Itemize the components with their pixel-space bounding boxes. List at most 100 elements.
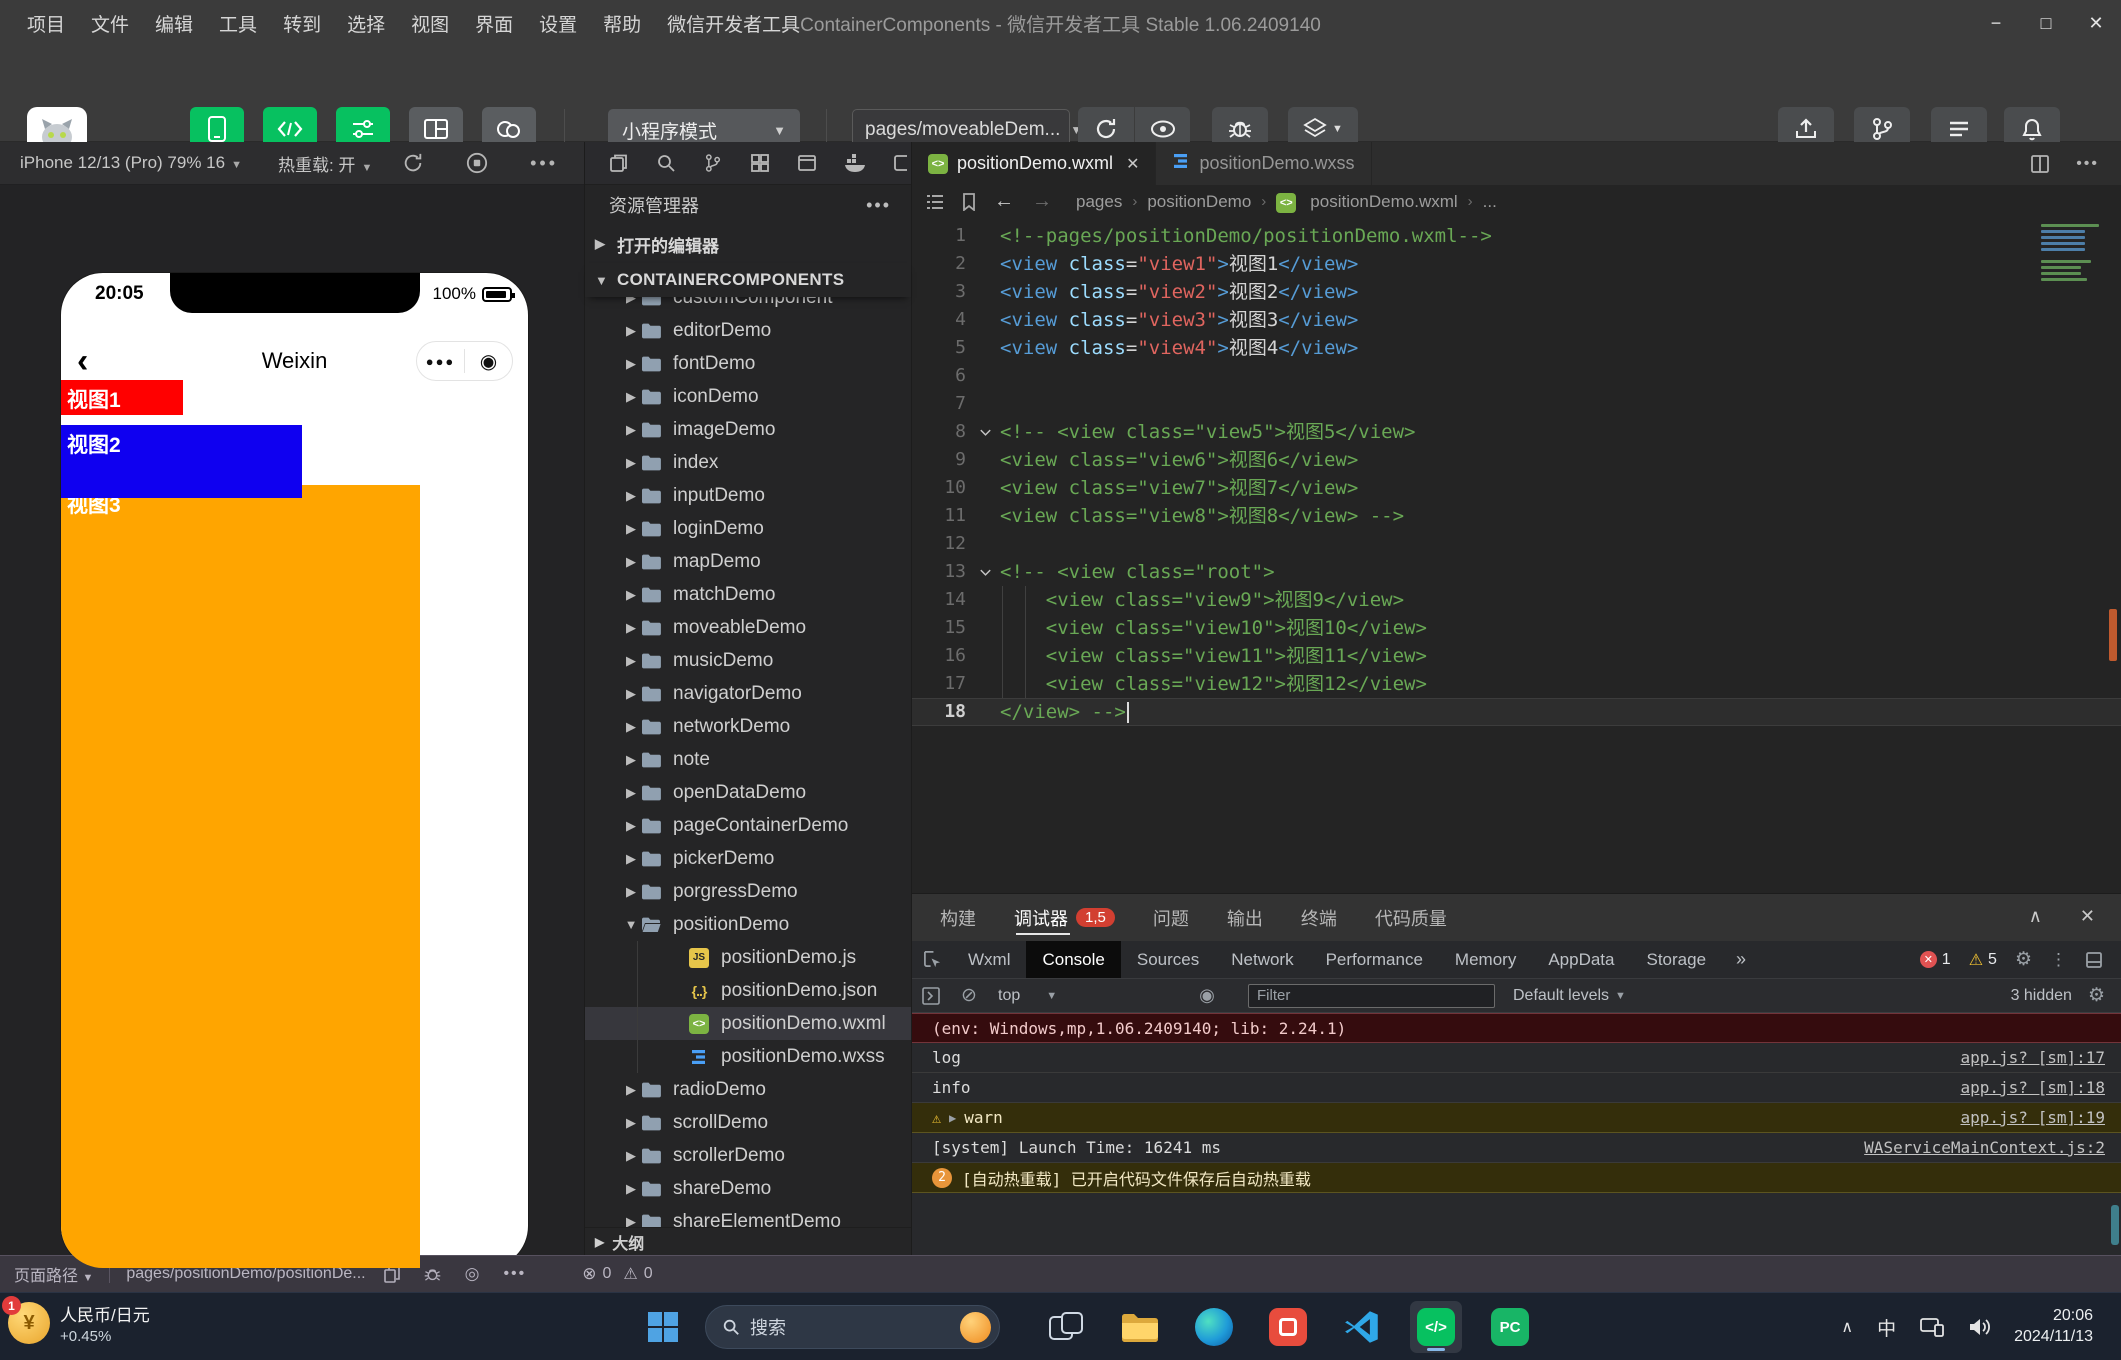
tab-positionDemo-wxml[interactable]: <> positionDemo.wxml ✕ <box>912 142 1156 185</box>
code-line-16[interactable]: 16 <view class="view11">视图11</view> <box>912 642 2121 670</box>
watch-page-icon[interactable]: ◎ <box>465 1264 480 1284</box>
code-line-12[interactable]: 12 <box>912 530 2121 558</box>
menu-item[interactable]: 选择 <box>334 10 398 37</box>
code-line-18[interactable]: 18 </view> --> <box>912 698 2121 726</box>
tree-item-shareDemo[interactable]: ▶ shareDemo <box>585 1172 911 1205</box>
code-line-4[interactable]: 4 <view class="view3">视图3</view> <box>912 306 2121 334</box>
search-icon[interactable] <box>656 153 676 173</box>
tree-item-scrollerDemo[interactable]: ▶ scrollerDemo <box>585 1139 911 1172</box>
console-log-row[interactable]: infoapp.js? [sm]:18 <box>912 1073 2121 1103</box>
file-explorer-button[interactable] <box>1114 1301 1166 1353</box>
window-icon[interactable] <box>797 153 817 173</box>
tree-item-index[interactable]: ▶ index <box>585 446 911 479</box>
tree-item-imageDemo[interactable]: ▶ imageDemo <box>585 413 911 446</box>
tree-item-positionDemo.wxss[interactable]: positionDemo.wxss <box>585 1040 911 1073</box>
path-more-icon[interactable]: ••• <box>503 1265 526 1283</box>
tree-item-mapDemo[interactable]: ▶ mapDemo <box>585 545 911 578</box>
tree-item-radioDemo[interactable]: ▶ radioDemo <box>585 1073 911 1106</box>
devtools-tab-Performance[interactable]: Performance <box>1310 941 1439 978</box>
nav-forward-icon[interactable]: → <box>1032 190 1052 213</box>
code-line-9[interactable]: 9 <view class="view6">视图6</view> <box>912 446 2121 474</box>
phone-screen[interactable]: 20:05 100% ‹ Weixin ●●● ◉ 视图1 视图2 视图3 <box>61 273 528 1268</box>
close-capsule-icon[interactable]: ◉ <box>465 349 512 374</box>
restart-icon[interactable] <box>402 152 424 174</box>
code-line-1[interactable]: 1 <!--pages/positionDemo/positionDemo.wx… <box>912 222 2121 250</box>
taskbar-search[interactable]: 搜索 <box>705 1305 1000 1349</box>
tree-item-note[interactable]: ▶ note <box>585 743 911 776</box>
tab-positionDemo-wxss[interactable]: positionDemo.wxss <box>1156 142 1371 185</box>
tabs-overflow-icon[interactable]: » <box>1722 949 1760 970</box>
devtools-tab-Network[interactable]: Network <box>1215 941 1309 978</box>
devtools-settings-icon[interactable]: ⚙ <box>2015 948 2032 971</box>
menu-item[interactable]: 编辑 <box>142 10 206 37</box>
clear-console-icon[interactable]: ⊘ <box>950 984 988 1007</box>
pc-manager-button[interactable]: PC <box>1484 1301 1536 1353</box>
wechat-devtools-button[interactable]: </> <box>1410 1301 1462 1353</box>
console-sidebar-icon[interactable] <box>922 987 940 1005</box>
panel-close-icon[interactable]: ✕ <box>2080 906 2095 927</box>
editor-more-icon[interactable]: ••• <box>2076 155 2099 173</box>
dock-side-icon[interactable] <box>2085 951 2103 969</box>
display-icon[interactable] <box>1920 1317 1944 1337</box>
tree-item-fontDemo[interactable]: ▶ fontDemo <box>585 347 911 380</box>
view3-block[interactable]: 视图3 <box>61 485 420 1268</box>
devtools-tab-Wxml[interactable]: Wxml <box>952 941 1026 978</box>
console-filter-input[interactable] <box>1248 984 1495 1008</box>
source-link[interactable]: app.js? [sm]:18 <box>1961 1078 2106 1097</box>
explorer-more-icon[interactable]: ••• <box>866 195 891 216</box>
close-button[interactable]: ✕ <box>2071 0 2121 47</box>
files-icon[interactable] <box>609 153 629 173</box>
tree-item-matchDemo[interactable]: ▶ matchDemo <box>585 578 911 611</box>
split-editor-icon[interactable] <box>2030 154 2050 174</box>
tree-item-loginDemo[interactable]: ▶ loginDemo <box>585 512 911 545</box>
source-link[interactable]: app.js? [sm]:19 <box>1961 1108 2106 1127</box>
ime-indicator[interactable]: 中 <box>1877 1314 1896 1341</box>
panel-collapse-icon[interactable]: ∧ <box>2029 906 2042 927</box>
tree-item-shareElementDemo[interactable]: ▶ shareElementDemo <box>585 1205 911 1227</box>
console-log-row[interactable]: logapp.js? [sm]:17 <box>912 1043 2121 1073</box>
console-settings-icon[interactable]: ⚙ <box>2088 984 2105 1007</box>
outline-section[interactable]: ▶ 大纲 <box>585 1227 911 1255</box>
code-line-13[interactable]: 13 <!-- <view class="root"> <box>912 558 2121 586</box>
news-widget[interactable]: ¥1 人民币/日元 +0.45% <box>8 1301 150 1345</box>
more-menu-icon[interactable]: ●●● <box>417 354 464 369</box>
tree-item-positionDemo[interactable]: ▼ positionDemo <box>585 908 911 941</box>
console-scroll-marker[interactable] <box>2111 1205 2119 1245</box>
tree-item-pickerDemo[interactable]: ▶ pickerDemo <box>585 842 911 875</box>
inspect-icon[interactable] <box>923 950 942 969</box>
red-app-button[interactable] <box>1262 1301 1314 1353</box>
taskbar-clock[interactable]: 20:06 2024/11/13 <box>2014 1306 2093 1348</box>
editor-scrollbar[interactable] <box>2107 218 2119 893</box>
code-line-17[interactable]: 17 <view class="view12">视图12</view> <box>912 670 2121 698</box>
start-button[interactable] <box>648 1312 678 1342</box>
menu-item[interactable]: 设置 <box>526 10 590 37</box>
code-editor[interactable]: 1 <!--pages/positionDemo/positionDemo.wx… <box>912 218 2121 893</box>
panel-tab-输出[interactable]: 输出 <box>1227 894 1263 941</box>
breadcrumb-folder[interactable]: positionDemo <box>1147 192 1251 212</box>
menu-item[interactable]: 微信开发者工具 <box>654 10 813 37</box>
context-select[interactable]: top ▼ <box>988 987 1188 1005</box>
log-levels-select[interactable]: Default levels ▼ <box>1513 987 1626 1005</box>
tree-item-moveableDemo[interactable]: ▶ moveableDemo <box>585 611 911 644</box>
source-link[interactable]: app.js? [sm]:17 <box>1961 1048 2106 1067</box>
vscode-button[interactable] <box>1336 1301 1388 1353</box>
panel-tab-终端[interactable]: 终端 <box>1301 894 1337 941</box>
debug-page-icon[interactable] <box>424 1266 441 1283</box>
nav-back-icon[interactable]: ← <box>994 190 1014 213</box>
fold-chevron-icon[interactable] <box>970 418 1000 446</box>
tree-item-porgressDemo[interactable]: ▶ porgressDemo <box>585 875 911 908</box>
open-editors-section[interactable]: ▶ 打开的编辑器 <box>585 225 911 263</box>
copy-path-icon[interactable] <box>384 1266 400 1283</box>
breadcrumb-more[interactable]: ... <box>1483 192 1497 212</box>
panel-tab-调试器[interactable]: 调试器1,5 <box>1014 894 1115 941</box>
edge-button[interactable] <box>1188 1301 1240 1353</box>
grid-icon[interactable] <box>750 153 770 173</box>
tree-item-scrollDemo[interactable]: ▶ scrollDemo <box>585 1106 911 1139</box>
task-view-button[interactable] <box>1040 1301 1092 1353</box>
tray-expand-icon[interactable]: ∧ <box>1841 1317 1853 1337</box>
code-line-7[interactable]: 7 <box>912 390 2121 418</box>
problems-summary[interactable]: ⊗0 ⚠0 <box>582 1264 652 1284</box>
code-line-15[interactable]: 15 <view class="view10">视图10</view> <box>912 614 2121 642</box>
code-line-10[interactable]: 10 <view class="view7">视图7</view> <box>912 474 2121 502</box>
tree-item-iconDemo[interactable]: ▶ iconDemo <box>585 380 911 413</box>
